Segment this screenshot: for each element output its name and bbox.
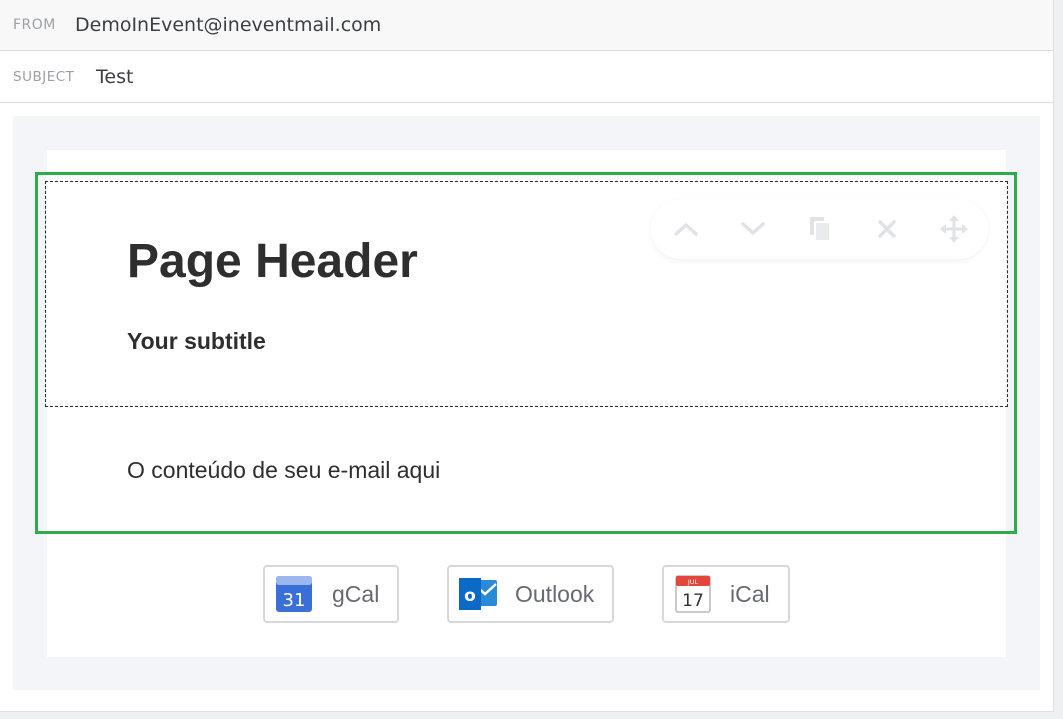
move-up-button[interactable]	[671, 214, 701, 244]
outlook-button[interactable]: o Outlook	[447, 565, 614, 623]
from-value: DemoInEvent@ineventmail.com	[75, 14, 382, 36]
ical-icon-month: JUL	[687, 578, 699, 586]
gcal-button[interactable]: 31 gCal	[263, 565, 399, 623]
duplicate-button[interactable]	[805, 214, 835, 244]
subject-label: SUBJECT	[13, 68, 75, 85]
email-body-text[interactable]: O conteúdo de seu e-mail aqui	[127, 456, 440, 484]
gcal-label: gCal	[332, 580, 380, 607]
close-icon	[878, 220, 896, 238]
page-subtitle[interactable]: Your subtitle	[127, 327, 266, 355]
google-calendar-icon: 31	[276, 576, 312, 612]
page-header[interactable]: Page Header	[127, 234, 418, 290]
delete-button[interactable]	[872, 214, 902, 244]
move-down-button[interactable]	[738, 214, 768, 244]
subject-row[interactable]: SUBJECT Test	[0, 51, 1053, 103]
chevron-up-icon	[674, 223, 698, 236]
block-toolbar	[651, 199, 988, 259]
ical-icon-number: 17	[682, 591, 704, 611]
gcal-icon-number: 31	[283, 590, 306, 611]
move-icon	[940, 215, 968, 243]
copy-icon	[810, 217, 831, 242]
from-row: FROM DemoInEvent@ineventmail.com	[0, 0, 1053, 51]
chevron-down-icon	[741, 222, 765, 235]
ical-button[interactable]: JUL 17 iCal	[662, 565, 790, 623]
outlook-icon: o	[459, 578, 497, 610]
drag-handle[interactable]	[939, 214, 969, 244]
subject-value[interactable]: Test	[96, 66, 133, 88]
apple-calendar-icon: JUL 17	[675, 575, 711, 613]
from-label: FROM	[13, 17, 56, 33]
outlook-label: Outlook	[515, 580, 595, 607]
ical-label: iCal	[730, 580, 770, 607]
outlook-icon-letter: o	[464, 586, 476, 606]
